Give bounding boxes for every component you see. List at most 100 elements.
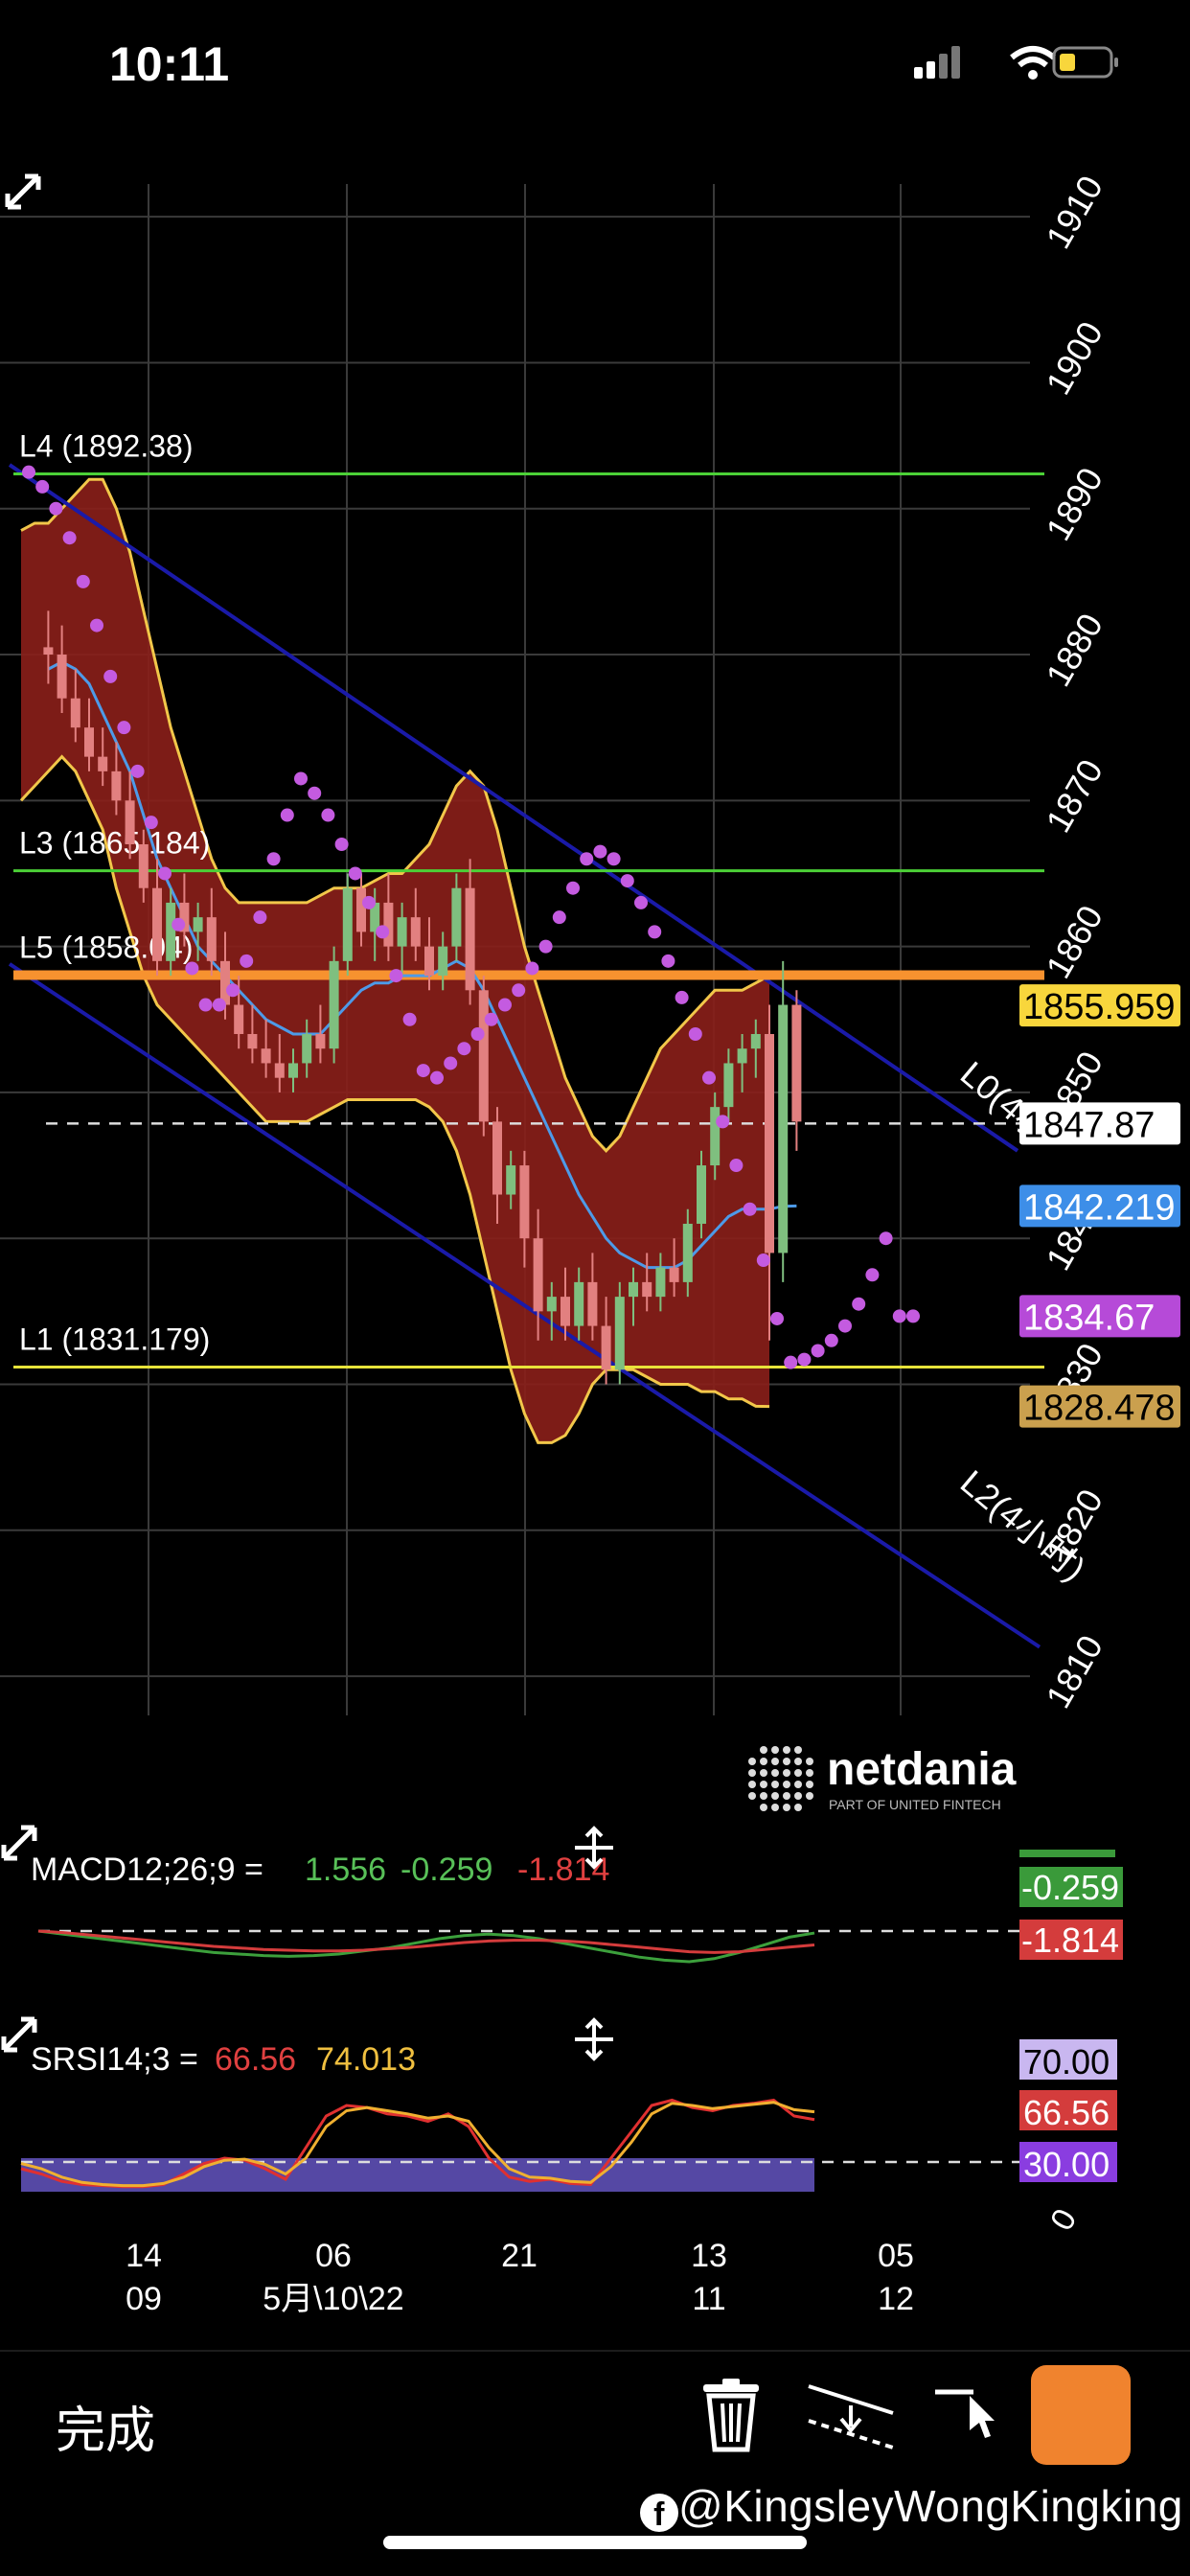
trash-icon[interactable] [698, 2379, 765, 2455]
price-chart[interactable]: L0(4小L2(4小时) L4 (1892.38)L3 (1865.184)L5… [0, 144, 1190, 2329]
channel-tool-icon[interactable] [803, 2377, 899, 2453]
candle [614, 1281, 625, 1385]
sar-dot [90, 618, 103, 632]
expand-chart-icon[interactable] [5, 173, 41, 210]
macd-value: -0.259 [400, 1852, 492, 1888]
sar-dot [226, 983, 240, 998]
x-tick-bottom: 12 [878, 2281, 914, 2317]
candle-body [778, 1004, 789, 1254]
candle-body [574, 1281, 584, 1326]
netdania-dot [748, 1792, 756, 1800]
srsi-label: SRSI14;3 = [31, 2041, 198, 2078]
candle-body [383, 902, 394, 947]
sar-dot [743, 1202, 757, 1216]
y-tick-label: 1870 [1038, 752, 1110, 839]
sar-dot [185, 961, 199, 976]
srsi-panel: SRSI14;3 = 66.56 74.013 70.00 66.56 30.00 0 [1, 2016, 1117, 2237]
candle-body [274, 1063, 285, 1078]
y-tick-label: 1880 [1038, 607, 1110, 693]
sar-dot [103, 669, 118, 683]
level-label-l4: L4 (1892.38) [19, 428, 193, 463]
sar-dot [906, 1309, 920, 1323]
x-tick-bottom: 5月\10\22 [263, 2281, 403, 2317]
y-axis-ticks: 1910190018901880187018601850184018301820… [1038, 169, 1110, 1714]
netdania-dot [794, 1792, 802, 1800]
sar-dot [675, 990, 689, 1004]
candle-body [655, 1267, 666, 1298]
candle [478, 976, 489, 1137]
candle-body [682, 1223, 693, 1282]
candle-body [506, 1165, 516, 1195]
candle [791, 990, 802, 1151]
candle-body [342, 887, 353, 961]
facebook-watermark: f @KingsleyWongKingking [640, 2480, 1183, 2533]
sar-dot [117, 721, 131, 735]
srsi-value-d: 74.013 [316, 2041, 416, 2078]
candle-body [356, 887, 366, 932]
y-tick-label: 1900 [1038, 315, 1110, 402]
netdania-dot [760, 1758, 767, 1765]
srsi-tag: 66.56 [1019, 2090, 1117, 2132]
macd-tag: -0.259 [1019, 1867, 1123, 1907]
sar-dot [62, 531, 77, 545]
candle-body [70, 698, 80, 728]
candle-body [465, 887, 475, 991]
netdania-dot [794, 1804, 802, 1811]
battery-icon [1052, 46, 1118, 79]
netdania-dot [783, 1804, 790, 1811]
line-select-tool-icon[interactable] [931, 2382, 1008, 2450]
candle-body [57, 655, 67, 699]
candle-body [561, 1297, 570, 1326]
x-tick-top: 13 [691, 2238, 727, 2274]
sar-dot [49, 501, 63, 516]
candle-body [791, 1004, 802, 1122]
netdania-dots-icon [748, 1746, 813, 1811]
level-label-l3: L3 (1865.184) [19, 826, 210, 861]
done-button[interactable]: 完成 [56, 2390, 155, 2462]
sar-dot [470, 1026, 485, 1041]
sar-dot [444, 1056, 458, 1070]
netdania-dot [760, 1804, 767, 1811]
candle-body [642, 1281, 652, 1298]
sar-dot [402, 1012, 417, 1026]
netdania-dot [783, 1758, 790, 1765]
netdania-dot [806, 1769, 813, 1777]
level-label-l1: L1 (1831.179) [19, 1322, 210, 1357]
candle-body [329, 960, 339, 1049]
sar-dot [457, 1042, 471, 1056]
color-picker-button[interactable] [1031, 2365, 1131, 2465]
netdania-dot [748, 1769, 756, 1777]
sar-dot [580, 852, 594, 866]
srsi-tag: 70.00 [1019, 2039, 1117, 2082]
sar-dot [280, 808, 294, 822]
candle-body [193, 917, 203, 932]
candle-body [478, 990, 489, 1122]
x-tick-bottom: 09 [126, 2281, 162, 2317]
y-tick-label: 1810 [1038, 1628, 1110, 1714]
netdania-logo: netdania PART OF UNITED FINTECH [748, 1744, 1017, 1812]
macd-histogram-bar [1019, 1850, 1115, 1857]
y-tick-label: 1860 [1038, 899, 1110, 985]
candle-body [533, 1238, 543, 1312]
sar-dot [198, 998, 213, 1012]
sar-dot [308, 786, 322, 800]
sar-dot [606, 852, 621, 866]
srsi-tag-text: 30.00 [1023, 2145, 1110, 2184]
brand-name: netdania [827, 1744, 1017, 1795]
macd-value: 1.556 [305, 1852, 386, 1888]
home-indicator[interactable] [383, 2536, 807, 2549]
candle-body [614, 1297, 625, 1370]
netdania-dot [771, 1758, 779, 1765]
sar-dot [212, 998, 226, 1012]
candle-body [451, 887, 462, 947]
price-tag-text: 1855.959 [1023, 987, 1176, 1027]
netdania-dot [794, 1781, 802, 1788]
price-tag: 1834.67 [1019, 1295, 1180, 1338]
netdania-dot [760, 1792, 767, 1800]
netdania-dot [760, 1746, 767, 1754]
watermark-text: @KingsleyWongKingking [678, 2481, 1183, 2531]
candle-body [410, 917, 421, 947]
netdania-dot [783, 1746, 790, 1754]
price-tag: 1847.87 [1019, 1102, 1180, 1145]
sar-dot [566, 881, 580, 895]
